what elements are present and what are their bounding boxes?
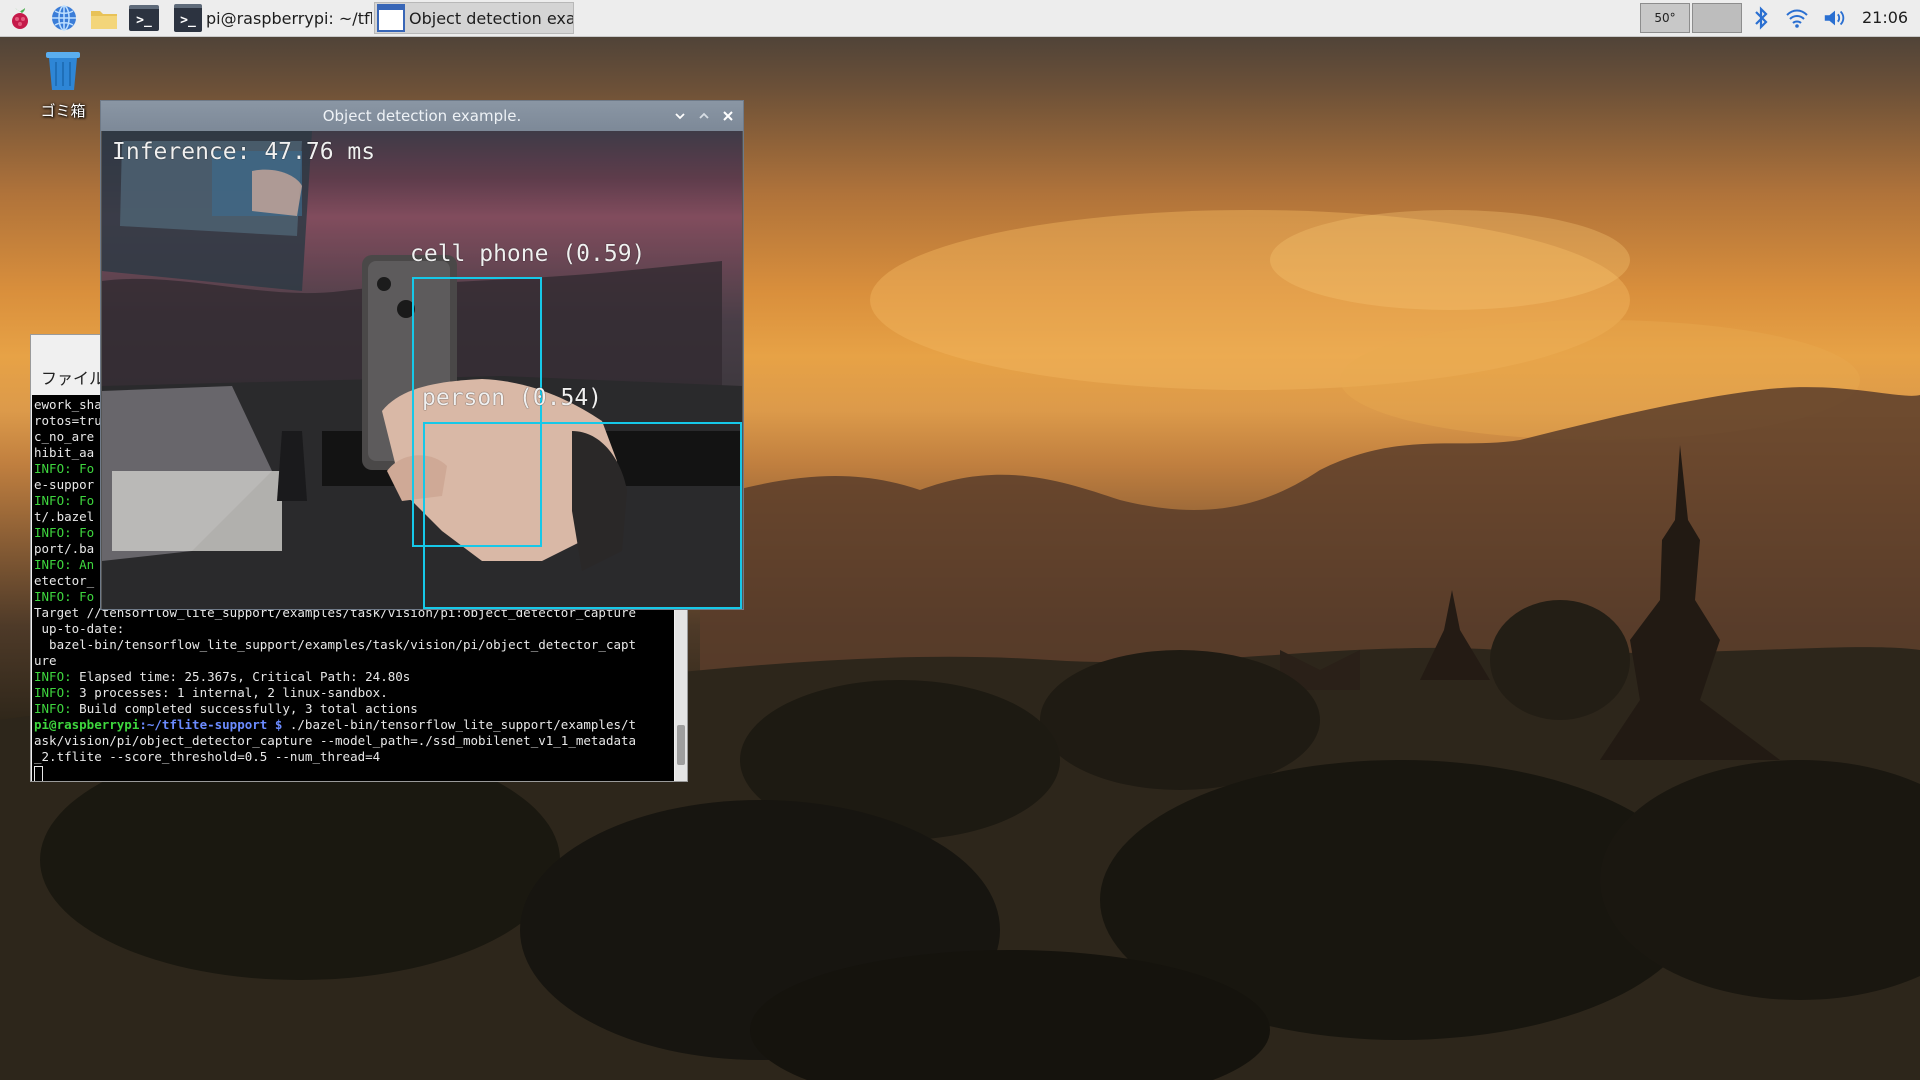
terminal-icon: >_ bbox=[174, 4, 202, 32]
raspberry-menu-icon[interactable] bbox=[4, 3, 36, 33]
terminal-line: up-to-date: bbox=[34, 621, 125, 636]
info-prefix: INFO: bbox=[34, 701, 72, 716]
taskbar-task-object-detection[interactable]: Object detection exa... bbox=[374, 2, 574, 34]
taskbar: >_ >_ pi@raspberrypi: ~/tfli... Object d… bbox=[0, 0, 1920, 37]
detection-label-person: person (0.54) bbox=[422, 385, 603, 411]
prompt-user: pi@raspberrypi bbox=[34, 717, 140, 732]
detection-box-person bbox=[423, 422, 742, 609]
taskbar-clock[interactable]: 21:06 bbox=[1862, 0, 1908, 36]
terminal-launcher-icon[interactable]: >_ bbox=[128, 3, 160, 33]
terminal-prompt-line: pi@raspberrypi:~/tflite-support $ ./baze… bbox=[34, 717, 674, 733]
chevron-down-icon bbox=[675, 113, 685, 120]
file-manager-icon[interactable] bbox=[88, 3, 120, 33]
terminal-cursor bbox=[34, 765, 43, 781]
terminal-line: bazel-bin/tensorflow_lite_support/exampl… bbox=[34, 637, 637, 652]
command-text: ask/vision/pi/object_detector_capture --… bbox=[34, 733, 637, 748]
window-titlebar[interactable]: Object detection example. bbox=[101, 101, 743, 131]
terminal-line: ure bbox=[34, 653, 57, 668]
bluetooth-icon[interactable] bbox=[1748, 5, 1774, 31]
terminal-info-line: INFO: Elapsed time: 25.367s, Critical Pa… bbox=[34, 669, 674, 685]
close-button[interactable] bbox=[717, 105, 739, 127]
window-title: Object detection example. bbox=[322, 107, 522, 125]
info-prefix: INFO: bbox=[34, 669, 72, 684]
terminal-menu-file[interactable]: ファイル bbox=[31, 363, 105, 395]
minimize-button[interactable] bbox=[669, 105, 691, 127]
cpu-temperature[interactable]: 50° bbox=[1640, 3, 1690, 33]
command-text: ./bazel-bin/tensorflow_lite_support/exam… bbox=[282, 717, 637, 732]
prompt-path: :~/tflite-support $ bbox=[139, 717, 283, 732]
terminal-info-line: INFO: 3 processes: 1 internal, 2 linux-s… bbox=[34, 685, 674, 701]
trash-desktop-icon[interactable]: ゴミ箱 bbox=[30, 48, 96, 121]
web-browser-icon[interactable] bbox=[48, 3, 80, 33]
scrollbar-thumb[interactable] bbox=[677, 725, 685, 765]
taskbar-task-label: pi@raspberrypi: ~/tfli... bbox=[206, 8, 372, 28]
cursor-line bbox=[34, 765, 674, 781]
camera-preview: Inference: 47.76 ms cell phone (0.59) pe… bbox=[102, 131, 742, 609]
command-text: _2.tflite --score_threshold=0.5 --num_th… bbox=[34, 749, 381, 764]
info-text: 3 processes: 1 internal, 2 linux-sandbox… bbox=[79, 685, 388, 700]
trash-label: ゴミ箱 bbox=[40, 102, 86, 120]
taskbar-task-terminal[interactable]: >_ pi@raspberrypi: ~/tfli... bbox=[172, 2, 372, 34]
info-text: Build completed successfully, 3 total ac… bbox=[79, 701, 418, 716]
cpu-usage-graph[interactable] bbox=[1692, 3, 1742, 33]
wifi-icon[interactable] bbox=[1784, 5, 1810, 31]
info-prefix: INFO: bbox=[34, 685, 72, 700]
inference-time-label: Inference: 47.76 ms bbox=[112, 139, 376, 165]
chevron-up-icon bbox=[699, 112, 709, 119]
trash-icon bbox=[46, 52, 80, 90]
volume-icon[interactable] bbox=[1822, 5, 1848, 31]
object-detection-window[interactable]: Object detection example. Inference: 47.… bbox=[100, 100, 744, 610]
terminal-info-line: INFO: Build completed successfully, 3 to… bbox=[34, 701, 674, 717]
taskbar-task-label: Object detection exa... bbox=[409, 8, 574, 28]
info-text: Elapsed time: 25.367s, Critical Path: 24… bbox=[79, 669, 411, 684]
detection-label-cell-phone: cell phone (0.59) bbox=[410, 241, 646, 267]
maximize-button[interactable] bbox=[693, 105, 715, 127]
window-icon bbox=[377, 4, 405, 32]
close-icon bbox=[723, 111, 733, 121]
